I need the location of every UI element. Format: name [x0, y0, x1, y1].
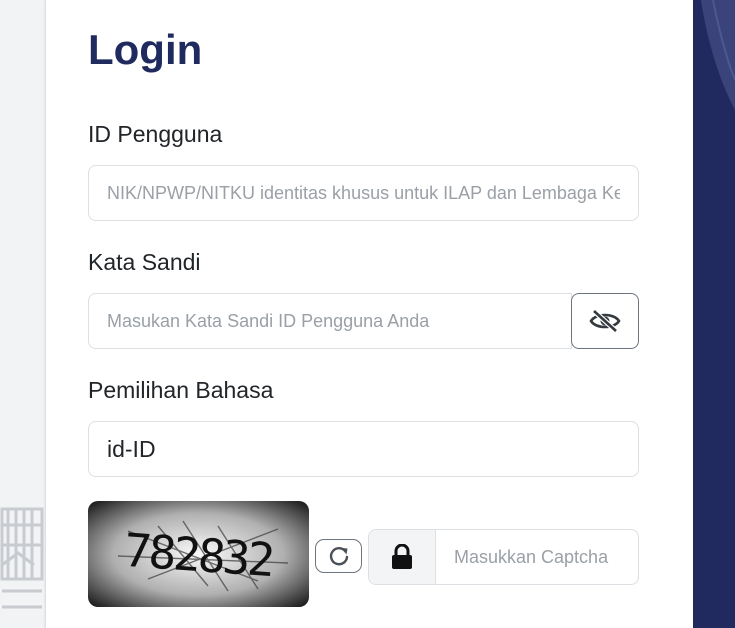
user-id-input[interactable]	[88, 165, 639, 221]
toggle-password-visibility-button[interactable]	[571, 293, 639, 349]
side-panel-decoration	[701, 0, 735, 110]
refresh-icon	[329, 547, 348, 566]
building-illustration	[0, 507, 44, 609]
password-input[interactable]	[88, 293, 572, 349]
language-selected-value: id-ID	[107, 435, 156, 462]
eye-slash-icon	[589, 309, 621, 333]
captcha-image: 782832	[88, 501, 309, 607]
refresh-captcha-button[interactable]	[315, 539, 362, 573]
captcha-text: 782832	[122, 523, 274, 587]
page-title: Login	[88, 26, 203, 73]
captcha-input[interactable]	[436, 530, 638, 584]
captcha-input-group	[368, 529, 639, 585]
lock-icon	[392, 544, 412, 569]
side-panel	[693, 0, 735, 628]
user-id-label: ID Pengguna	[88, 121, 223, 147]
password-label: Kata Sandi	[88, 249, 201, 275]
lock-addon	[369, 530, 436, 584]
language-select[interactable]: id-ID	[88, 421, 639, 477]
language-label: Pemilihan Bahasa	[88, 377, 274, 403]
